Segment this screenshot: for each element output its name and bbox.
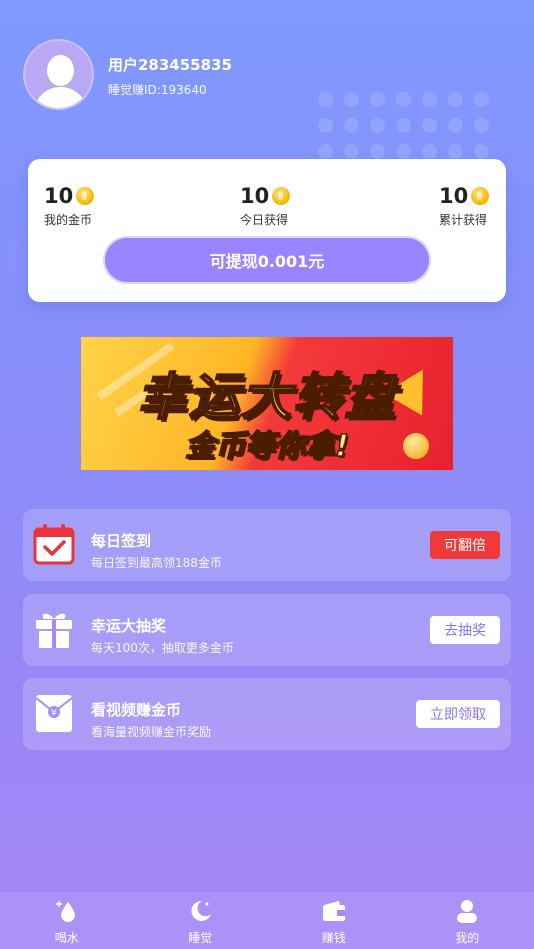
decorative-dot: [318, 92, 333, 107]
tab-label: 睡觉: [188, 931, 213, 945]
lucky-wheel-banner[interactable]: 幸运大转盘 金币等你拿!: [81, 337, 453, 470]
decorative-dot: [448, 144, 463, 159]
coin-icon: [76, 187, 95, 205]
decorative-dot: [370, 92, 385, 107]
decorative-dot: [344, 118, 359, 133]
withdraw-button[interactable]: 可提现0.001元: [103, 236, 431, 284]
tab-sleep[interactable]: 睡觉: [134, 892, 268, 949]
decorative-dot: [344, 144, 359, 159]
decorative-dot: [396, 92, 411, 107]
decorative-dot: [422, 118, 437, 133]
tab-drink-water[interactable]: 喝水: [0, 892, 134, 949]
coin-icon: [471, 187, 490, 205]
tab-label: 赚钱: [321, 931, 346, 945]
task-daily-checkin[interactable]: 每日签到 每日签到最高领188金币 可翻倍: [23, 509, 511, 581]
tab-earn-money[interactable]: 赚钱: [267, 892, 401, 949]
water-drop-icon: [55, 901, 75, 922]
wallet-icon: [322, 901, 345, 921]
decorative-dot: [474, 92, 489, 107]
tab-label: 我的: [455, 931, 480, 945]
decorative-dot: [474, 144, 489, 159]
banner-title: 幸运大转盘: [136, 367, 397, 427]
decorative-dot: [318, 118, 333, 133]
stat-label: 今日获得: [240, 213, 289, 227]
task-title: 每日签到: [91, 532, 152, 550]
username: 用户283455835: [108, 56, 232, 74]
stat-label: 我的金币: [44, 213, 93, 227]
avatar-body: [34, 87, 87, 108]
task-title: 看视频赚金币: [91, 701, 182, 719]
avatar-head: [47, 55, 74, 86]
stat-today-earned: 10 今日获得: [240, 184, 291, 228]
banner-subtitle: 金币等你拿!: [184, 428, 349, 465]
decorative-dot: [396, 118, 411, 133]
decorative-dot: [396, 144, 411, 159]
decorative-dot: [318, 144, 333, 159]
coin-icon: [272, 187, 291, 205]
moon-icon: [191, 900, 212, 921]
decorative-dot: [344, 92, 359, 107]
stat-value: 10: [44, 184, 74, 208]
stat-value: 10: [439, 184, 469, 208]
calendar-check-icon: [33, 524, 75, 565]
svg-text:¥: ¥: [51, 709, 57, 719]
gift-icon: [36, 613, 72, 648]
user-id: 睡觉赚ID:193640: [108, 83, 207, 97]
avatar[interactable]: [23, 39, 94, 110]
decorative-dot: [448, 92, 463, 107]
tab-label: 喝水: [54, 931, 79, 945]
person-icon: [457, 900, 478, 923]
decorative-dot: [422, 92, 437, 107]
task-title: 幸运大抽奖: [91, 617, 167, 635]
task-description: 每天100次，抽取更多金币: [91, 641, 234, 655]
decorative-dot: [370, 118, 385, 133]
task-description: 看海量视频赚金币奖励: [91, 725, 212, 739]
stat-my-coins: 10 我的金币: [44, 184, 95, 228]
red-envelope-icon: ¥: [35, 695, 73, 732]
decorative-dot: [474, 118, 489, 133]
decorative-dot: [448, 118, 463, 133]
decorative-dot: [422, 144, 437, 159]
tab-me[interactable]: 我的: [401, 892, 534, 949]
decorative-dots: [318, 92, 498, 162]
task-watch-video[interactable]: ¥ 看视频赚金币 看海量视频赚金币奖励 立即领取: [23, 678, 511, 750]
stat-total-earned: 10 累计获得: [439, 184, 490, 228]
double-reward-button[interactable]: 可翻倍: [430, 531, 500, 559]
decorative-dot: [370, 144, 385, 159]
claim-now-button[interactable]: 立即领取: [416, 700, 500, 728]
stat-label: 累计获得: [439, 213, 488, 227]
task-lucky-draw[interactable]: 幸运大抽奖 每天100次，抽取更多金币 去抽奖: [23, 594, 511, 666]
go-draw-button[interactable]: 去抽奖: [430, 616, 500, 644]
stat-value: 10: [240, 184, 270, 208]
task-description: 每日签到最高领188金币: [91, 556, 222, 570]
coin-summary-card: 10 我的金币 10 今日获得 10 累计获得 可提现0.001元: [28, 159, 506, 302]
bottom-tab-bar: 喝水 睡觉 赚钱 我的: [0, 892, 534, 949]
